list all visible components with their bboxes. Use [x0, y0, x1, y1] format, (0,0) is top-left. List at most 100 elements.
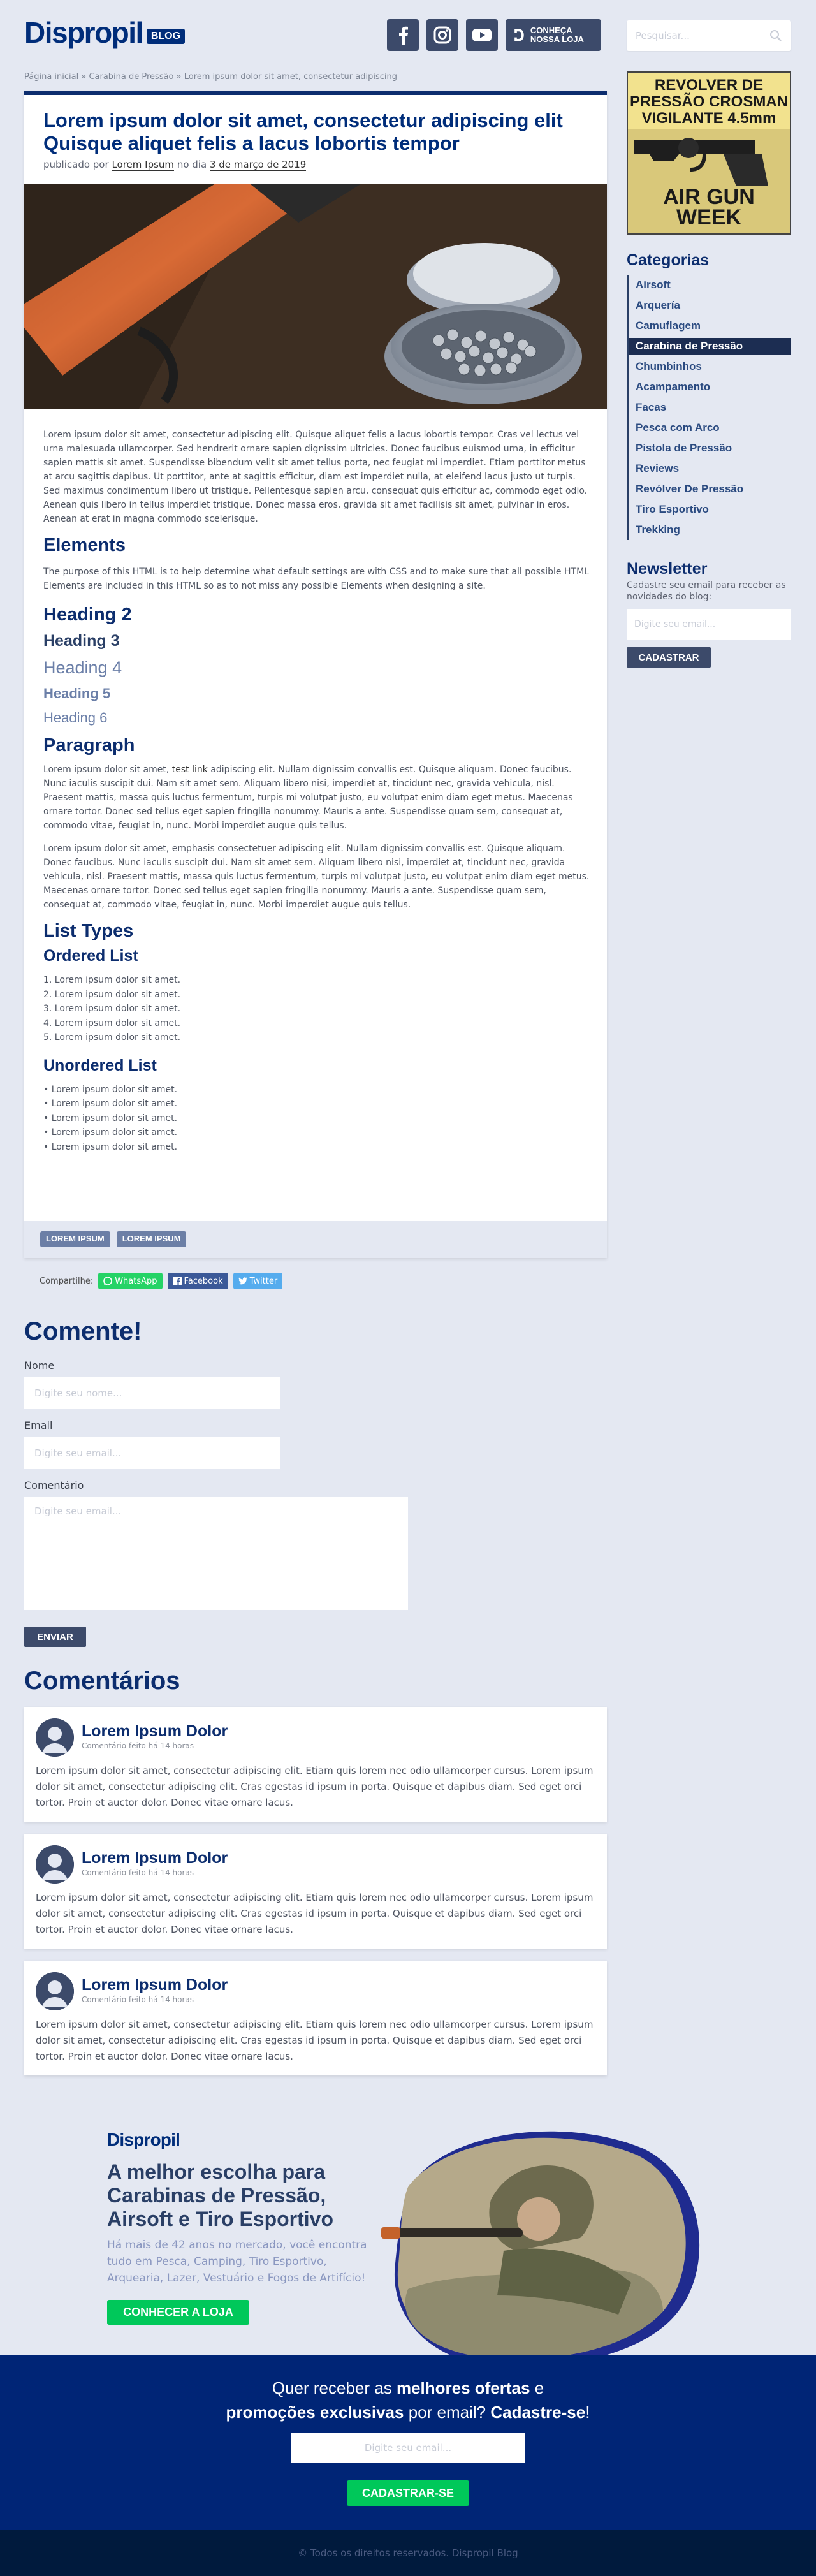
share-label: Compartilhe:	[40, 1276, 94, 1286]
banner-line1-b: melhores ofertas	[396, 2378, 530, 2397]
site-logo[interactable]: Dispropil BLOG	[24, 18, 186, 47]
unordered-list-heading: Unordered List	[43, 1056, 157, 1074]
search-icon[interactable]	[769, 29, 782, 42]
store-button[interactable]: CONHEÇA NOSSA LOJA	[506, 19, 601, 51]
whatsapp-share-button[interactable]: WhatsApp	[98, 1273, 163, 1289]
avatar	[36, 1845, 74, 1884]
paragraph-2: Lorem ipsum dolor sit amet, emphasis con…	[43, 844, 590, 910]
date-link[interactable]: 3 de março de 2019	[209, 159, 307, 171]
banner-line2-c: Cadastre-se	[490, 2403, 586, 2422]
list-types-heading: List Types	[43, 921, 134, 941]
name-field[interactable]	[24, 1377, 280, 1409]
promo-logo: Dispropil	[107, 2130, 180, 2149]
tag[interactable]: LOREM IPSUM	[40, 1231, 110, 1247]
comments-title: Comentários	[24, 1667, 180, 1695]
list-item: 2. Lorem ipsum dolor sit amet.	[43, 989, 181, 1000]
whatsapp-label: WhatsApp	[115, 1276, 157, 1286]
comment-card: Lorem Ipsum Dolor Comentário feito há 14…	[24, 1834, 607, 1949]
twitter-share-button[interactable]: Twitter	[233, 1273, 283, 1289]
test-link[interactable]: test link	[171, 765, 208, 775]
comment-textarea[interactable]	[24, 1497, 408, 1610]
facebook-label: Facebook	[184, 1276, 223, 1286]
breadcrumb[interactable]: Página inicial » Carabina de Pressão » L…	[24, 72, 397, 82]
avatar	[36, 1972, 74, 2010]
email-field[interactable]	[24, 1437, 280, 1469]
paragraph-heading: Paragraph	[43, 735, 135, 756]
category-revolver-de-pressao[interactable]: Revólver De Pressão	[629, 479, 791, 499]
comment-card: Lorem Ipsum Dolor Comentário feito há 14…	[24, 1961, 607, 2075]
comment-author: Lorem Ipsum Dolor	[82, 1849, 228, 1867]
category-tiro-esportivo[interactable]: Tiro Esportivo	[629, 499, 791, 520]
ad-headline: REVOLVER DE PRESSÃO CROSMAN VIGILANTE 4.…	[628, 73, 790, 131]
heading-5: Heading 5	[43, 685, 111, 701]
banner-subscribe-button[interactable]: CADASTRAR-SE	[347, 2480, 469, 2506]
meta-mid: no dia	[177, 159, 207, 170]
list-item: • Lorem ipsum dolor sit amet.	[43, 1141, 178, 1152]
list-item: • Lorem ipsum dolor sit amet.	[43, 1084, 178, 1095]
category-trekking[interactable]: Trekking	[629, 520, 791, 540]
newsletter-text: Cadastre seu email para receber as novid…	[627, 580, 786, 602]
author-link[interactable]: Lorem Ipsum	[112, 159, 175, 171]
banner-line2-d: !	[585, 2403, 590, 2422]
logo-badge: BLOG	[146, 29, 186, 44]
list-item: • Lorem ipsum dolor sit amet.	[43, 1127, 178, 1138]
newsletter-email-input[interactable]	[627, 609, 791, 640]
paragraph-1: Lorem ipsum dolor sit amet, test link ad…	[43, 763, 592, 833]
site-header: Dispropil BLOG CONHEÇA NOSSA LOJA Página…	[0, 0, 816, 82]
email-label: Email	[24, 1419, 53, 1431]
category-pesca-com-arco[interactable]: Pesca com Arco	[629, 418, 791, 438]
category-reviews[interactable]: Reviews	[629, 458, 791, 479]
heading-2: Heading 2	[43, 604, 132, 625]
newsletter-subscribe-button[interactable]: CADASTRAR	[627, 647, 711, 668]
ad-line: WEEK	[676, 205, 741, 230]
comment-author: Lorem Ipsum Dolor	[82, 1976, 228, 1994]
category-carabina-de-pressao[interactable]: Carabina de Pressão	[629, 338, 791, 355]
instagram-icon[interactable]	[426, 19, 458, 51]
sidebar-ad-banner[interactable]: REVOLVER DE PRESSÃO CROSMAN VIGILANTE 4.…	[627, 71, 791, 235]
banner-email-input[interactable]	[291, 2433, 525, 2463]
category-airsoft[interactable]: Airsoft	[629, 275, 791, 295]
comment-body: Lorem ipsum dolor sit amet, consectetur …	[36, 1892, 594, 1935]
elements-heading: Elements	[43, 535, 126, 555]
banner-text: Quer receber as melhores ofertas e promo…	[0, 2376, 816, 2424]
categories-heading: Categorias	[627, 251, 710, 269]
soldier-image	[381, 2131, 700, 2366]
facebook-icon	[172, 1277, 182, 1285]
category-pistola-de-pressao[interactable]: Pistola de Pressão	[629, 438, 791, 458]
category-arquearia[interactable]: Arquería	[629, 295, 791, 316]
ordered-list: 1. Lorem ipsum dolor sit amet. 2. Lorem …	[43, 973, 592, 1045]
list-item: 4. Lorem ipsum dolor sit amet.	[43, 1018, 181, 1028]
promo-text: Há mais de 42 anos no mercado, você enco…	[107, 2239, 367, 2285]
list-item: • Lorem ipsum dolor sit amet.	[43, 1099, 178, 1109]
visit-store-button[interactable]: CONHECER A LOJA	[107, 2300, 249, 2325]
tags-bar: LOREM IPSUM LOREM IPSUM	[24, 1221, 607, 1258]
search-input[interactable]	[636, 30, 769, 41]
article-card: Lorem ipsum dolor sit amet, consectetur …	[24, 91, 607, 1258]
category-chumbinhos[interactable]: Chumbinhos	[629, 356, 791, 377]
banner-line2-a: promoções exclusivas	[226, 2403, 404, 2422]
facebook-icon[interactable]	[387, 19, 419, 51]
comment-card: Lorem Ipsum Dolor Comentário feito há 14…	[24, 1707, 607, 1822]
comment-body: Lorem ipsum dolor sit amet, consectetur …	[36, 2019, 594, 2062]
tag[interactable]: LOREM IPSUM	[116, 1231, 187, 1247]
ad-line: VIGILANTE 4.5mm	[641, 110, 776, 127]
list-item: • Lorem ipsum dolor sit amet.	[43, 1113, 178, 1123]
search-box	[627, 20, 791, 51]
category-camuflagem[interactable]: Camuflagem	[629, 316, 791, 336]
youtube-icon[interactable]	[466, 19, 498, 51]
submit-comment-button[interactable]: ENVIAR	[24, 1627, 86, 1647]
revolver-image	[628, 129, 790, 186]
categories-list: Airsoft Arquería Camuflagem Carabina de …	[627, 275, 791, 540]
promo-title: A melhor escolha para Carabinas de Press…	[107, 2160, 334, 2230]
post-content: Lorem ipsum dolor sit amet, consectetur …	[43, 428, 592, 1154]
comment-author: Lorem Ipsum Dolor	[82, 1722, 228, 1740]
facebook-share-button[interactable]: Facebook	[167, 1273, 228, 1289]
category-acampamento[interactable]: Acampamento	[629, 377, 791, 397]
ad-line: REVOLVER DE	[654, 77, 764, 94]
banner-line1-a: Quer receber as	[272, 2378, 392, 2397]
list-item: 1. Lorem ipsum dolor sit amet.	[43, 975, 181, 985]
category-facas[interactable]: Facas	[629, 397, 791, 418]
elements-paragraph: The purpose of this HTML is to help dete…	[43, 567, 589, 591]
share-bar: Compartilhe: WhatsApp Facebook Twitter	[40, 1273, 283, 1289]
comment-label: Comentário	[24, 1479, 84, 1491]
